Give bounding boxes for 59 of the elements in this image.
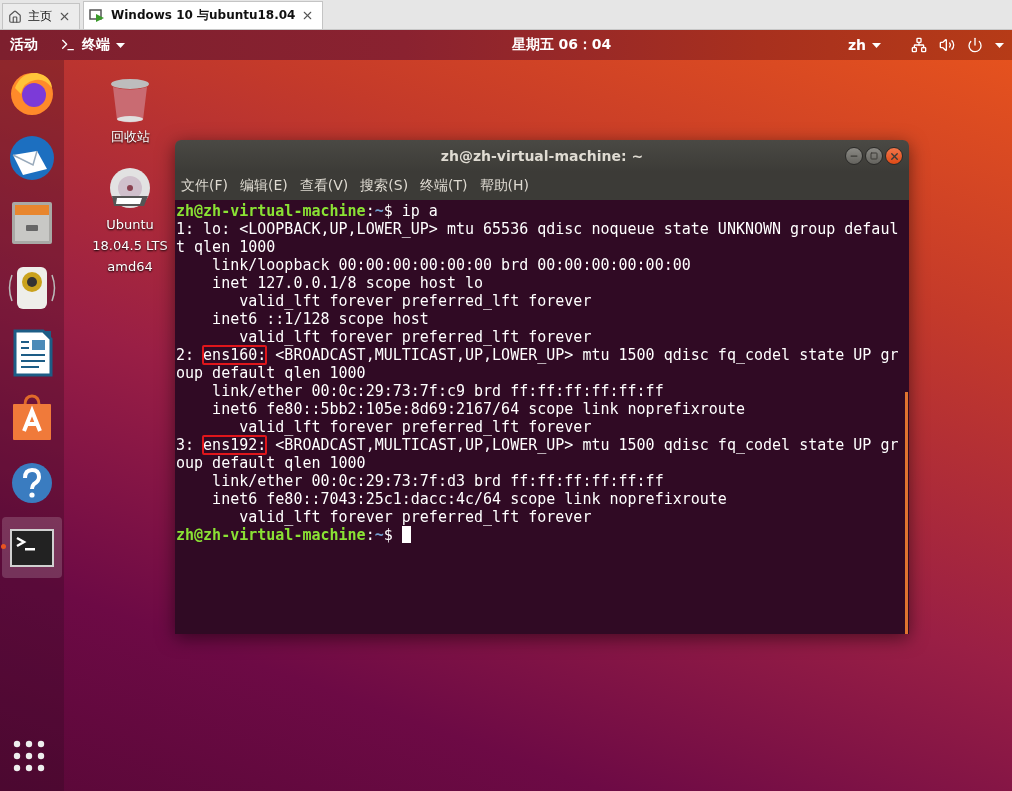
- output-line: inet6 fe80::7043:25c1:dacc:4c/64 scope link noprefixroute: [211, 490, 727, 508]
- menu-item[interactable]: 终端(T): [420, 177, 468, 195]
- menu-item[interactable]: 查看(V): [299, 177, 349, 195]
- maximize-button[interactable]: [865, 147, 883, 165]
- running-indicator: [1, 544, 6, 549]
- output-line: valid_lft forever preferred_lft forever: [238, 328, 592, 346]
- input-method-menu[interactable]: zh: [847, 37, 866, 53]
- highlighted-interface-name: ens160:: [203, 346, 267, 364]
- output-line: inet 127.0.0.1/8 scope host lo: [211, 274, 484, 292]
- activities-button[interactable]: 活动: [10, 36, 38, 54]
- volume-icon[interactable]: [939, 37, 955, 53]
- output-line: valid_lft forever preferred_lft forever: [238, 508, 592, 526]
- network-icon[interactable]: [911, 37, 927, 53]
- caret-icon: [116, 42, 125, 48]
- caret-icon: [872, 42, 881, 48]
- output-line: 2:: [176, 346, 196, 364]
- window-title: zh@zh-virtual-machine: ~: [440, 148, 644, 164]
- close-icon: [888, 150, 900, 162]
- output-line: <BROADCAST,MULTICAST,UP,LOWER_UP> mtu 1500 qdisc fq_codel state UP gr: [274, 346, 899, 364]
- output-line: valid_lft forever preferred_lft forever: [238, 418, 592, 436]
- output-line: link/ether 00:0c:29:73:7f:d3 brd ff:ff:ff:ff:ff:ff: [211, 472, 664, 490]
- output-line: valid_lft forever preferred_lft forever: [238, 292, 592, 310]
- clock[interactable]: 星期五 06：04: [511, 36, 612, 54]
- output-line: 1: lo: <LOOPBACK,UP,LOWER_UP> mtu 65536 qdisc noqueue state UNKNOWN group defaul: [176, 220, 899, 238]
- minimize-button[interactable]: [845, 147, 863, 165]
- output-line: inet6 ::1/128 scope host: [211, 310, 429, 328]
- menu-item[interactable]: 编辑(E): [240, 177, 288, 195]
- power-icon[interactable]: [967, 37, 983, 53]
- output-line: oup default qlen 1000: [176, 454, 366, 472]
- dock-launcher[interactable]: [2, 517, 62, 578]
- trash-icon: [109, 78, 151, 124]
- close-icon[interactable]: [58, 10, 71, 23]
- desktop-icon-label[interactable]: 回收站: [110, 128, 150, 145]
- desktop-icon-label[interactable]: Ubuntu: [106, 216, 154, 233]
- app-grid-button[interactable]: [12, 739, 46, 773]
- output-line: link/loopback 00:00:00:00:00:00 brd 00:00:00:00:00:00: [211, 256, 691, 274]
- output-line: oup default qlen 1000: [176, 364, 366, 382]
- prompt-line: zh@zh-virtual-machine:~$ ip a: [176, 202, 439, 220]
- menu-item[interactable]: 帮助(H): [479, 177, 530, 195]
- menu-item[interactable]: 搜索(S): [360, 177, 409, 195]
- vm-tab[interactable]: 主页: [2, 3, 80, 29]
- desktop-icon-label[interactable]: 18.04.5 LTS: [92, 237, 168, 254]
- caret-icon: [995, 42, 1004, 48]
- desktop-icon-label[interactable]: amd64: [107, 258, 153, 275]
- output-line: link/ether 00:0c:29:73:7f:c9 brd ff:ff:ff:ff:ff:ff: [211, 382, 664, 400]
- scrollbar[interactable]: [905, 392, 908, 634]
- highlighted-interface-name: ens192:: [203, 436, 267, 454]
- maximize-icon: [870, 152, 878, 160]
- output-line: t qlen 1000: [176, 238, 276, 256]
- home-icon: [8, 9, 22, 24]
- vm-icon: [89, 8, 105, 23]
- output-line: 3:: [176, 436, 196, 454]
- vm-tab[interactable]: Windows 10 与ubuntu18.04: [83, 1, 324, 29]
- terminal-icon: [60, 37, 76, 53]
- close-button[interactable]: [885, 147, 903, 165]
- menu-item[interactable]: 文件(F): [181, 177, 228, 195]
- output-line: <BROADCAST,MULTICAST,UP,LOWER_UP> mtu 1500 qdisc fq_codel state UP gr: [274, 436, 899, 454]
- app-menu[interactable]: 终端: [82, 36, 110, 54]
- output-line: inet6 fe80::5bb2:105e:8d69:2167/64 scope link noprefixroute: [211, 400, 745, 418]
